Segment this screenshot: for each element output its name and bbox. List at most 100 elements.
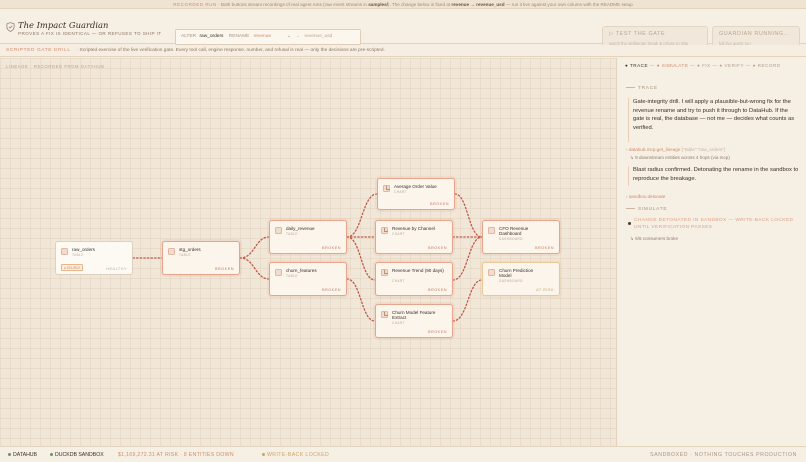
lock-dot-icon [262,453,265,457]
edge-churn-extract [346,278,376,322]
shield-icon [6,22,15,32]
node-status: AT RISK [536,288,554,292]
lineage-canvas[interactable]: LINEAGE · RECORDED FROM DATAHUB raw_orde… [0,58,617,446]
chart-icon [381,227,388,234]
app-title: The Impact Guardian [18,20,109,30]
app-header: The Impact Guardian PROVES A FIX IS IDEN… [0,10,806,49]
trace-heading: TRACE [626,86,658,91]
alter-table: raw_orders [199,34,224,39]
edge-daily-trend [346,236,376,281]
to-column: revenue_usd [304,34,333,39]
node-churn-features[interactable]: churn_features TABLE BROKEN [269,262,347,296]
table-icon [275,269,282,276]
node-name: Revenue by Channel [392,226,435,231]
recorded-run-banner: RECORDED RUN · Both buttons stream recor… [0,0,806,9]
banner-text-a: · Both buttons stream recordings of real… [216,2,369,7]
write-back-status: WRITE-BACK LOCKED [262,447,329,462]
rename-keyword: RENAME [228,34,250,39]
source-tag: ● SOURCE [61,264,84,271]
step-tracker: ● TRACE — ● SIMULATE — ● FIX — ● VERIFY … [625,63,781,68]
tool-result-1: ↳ 9 downstream entities across 4 hops (v… [630,155,730,160]
node-type: TABLE [286,232,298,236]
tool-call-get-lineage[interactable]: › datahub.mcp.get_lineage {"table":"raw_… [626,147,726,152]
node-type: CHART [392,279,405,283]
node-type: DASHBOARD [499,237,523,241]
trace-panel: ● TRACE — ● SIMULATE — ● FIX — ● VERIFY … [618,58,806,446]
node-status: BROKEN [427,246,447,250]
node-revenue-by-channel[interactable]: Revenue by Channel CHART BROKEN [375,220,453,254]
banner-text-e: — run it live against your own column wi… [504,2,633,7]
app-subtitle: PROVES A FIX IS IDENTICAL — OR REFUSES T… [18,31,162,36]
node-daily-revenue[interactable]: daily_revenue TABLE BROKEN [269,220,347,254]
node-name: stg_orders [179,247,201,252]
node-name: Revenue Trend (90 days) [392,268,444,273]
node-name: churn_features [286,268,317,273]
node-status: BROKEN [321,288,341,292]
node-type: TABLE [72,253,84,257]
node-name: daily_revenue [286,226,315,231]
status-dot-icon [50,453,53,457]
node-name: Average Order Value [394,184,437,189]
node-raw-orders[interactable]: raw_orders TABLE ● SOURCE HEALTHY [55,241,133,275]
chart-icon [381,269,388,276]
play-icon: ▷ [609,31,616,37]
simulate-result-text: CHANGE DETONATED IN SANDBOX — WRITE-BACK… [634,218,794,230]
node-stg-orders[interactable]: stg_orders TABLE BROKEN [162,241,240,275]
scripted-drill-bar: SCRIPTED GATE DRILL · Scripted exercise o… [0,45,806,57]
drill-label: SCRIPTED GATE DRILL [6,48,71,53]
node-churn-prediction[interactable]: Churn Prediction Model DASHBOARD AT RISK [482,262,560,296]
table-icon [168,248,175,255]
node-status: BROKEN [214,267,234,271]
node-status: HEALTHY [106,267,127,271]
gate-button-label: TEST THE GATE [615,31,666,37]
node-type: CHART [394,190,407,194]
table-icon [61,248,68,255]
dashboard-icon [488,227,495,234]
chart-icon [383,185,390,192]
sandboxed-note: SANDBOXED · NOTHING TOUCHES PRODUCTION [650,452,797,458]
node-name: CFO Revenue Dashboard [499,226,529,237]
step-trace: ● TRACE [625,63,649,68]
dashboard-icon [488,269,495,276]
node-type: CHART [392,321,405,325]
banner-text-c: ). The change below is fixed at [387,2,452,7]
node-type: TABLE [179,253,191,257]
edge-trend-cfo [452,236,483,281]
node-revenue-trend[interactable]: Revenue Trend (90 days) CHART BROKEN [375,262,453,296]
recorded-run-label: RECORDED RUN [173,2,217,7]
status-dot-icon [8,453,11,457]
node-cfo-dashboard[interactable]: CFO Revenue Dashboard DASHBOARD BROKEN [482,220,560,254]
tool-args: {"table":"raw_orders"} [681,147,726,152]
node-name: raw_orders [72,247,95,252]
agent-message-2: Blast radius confirmed. Detonating the r… [628,166,800,186]
edge-extract-pred [452,279,483,322]
edge-daily-aov [346,193,378,238]
drill-text: · Scripted exercise of the live verifica… [76,48,385,53]
node-type: DASHBOARD [499,279,523,283]
alter-keyword: ALTER [181,34,197,39]
node-status: BROKEN [427,288,447,292]
simulate-heading: SIMULATE [626,207,668,212]
node-name: Churn Model Feature Extract [392,310,436,321]
arrow-icon: → [295,34,301,39]
banner-samples: samples/ [368,2,388,7]
node-average-order-value[interactable]: Average Order Value CHART BROKEN [377,178,455,210]
status-footer: DATAHUB DUCKDB SANDBOX $1,169,272.31 AT … [0,446,806,462]
chart-icon [381,311,388,318]
alter-statement-input[interactable]: ALTER raw_orders RENAME revenue ⌄ → reve… [175,29,361,45]
datahub-status: DATAHUB [8,447,37,462]
column-dropdown-icon[interactable]: ⌄ [287,34,291,39]
table-icon [275,227,282,234]
node-type: TABLE [286,274,298,278]
guardian-button-label: GUARDIAN RUNNING… [719,31,790,37]
node-type: CHART [392,232,405,236]
at-risk-summary: $1,169,272.31 AT RISK · 8 ENTITIES DOWN [118,452,234,458]
node-status: BROKEN [534,246,554,250]
step-verify: ● VERIFY [719,63,744,68]
node-churn-model-extract[interactable]: Churn Model Feature Extract CHART BROKEN [375,304,453,338]
from-column: revenue [253,34,272,39]
tool-call-detonate[interactable]: › sandbox.detonate [626,194,665,199]
banner-change: revenue → revenue_usd [451,2,505,7]
step-simulate: ● SIMULATE [656,63,689,68]
edge-stg-churn [239,257,270,280]
